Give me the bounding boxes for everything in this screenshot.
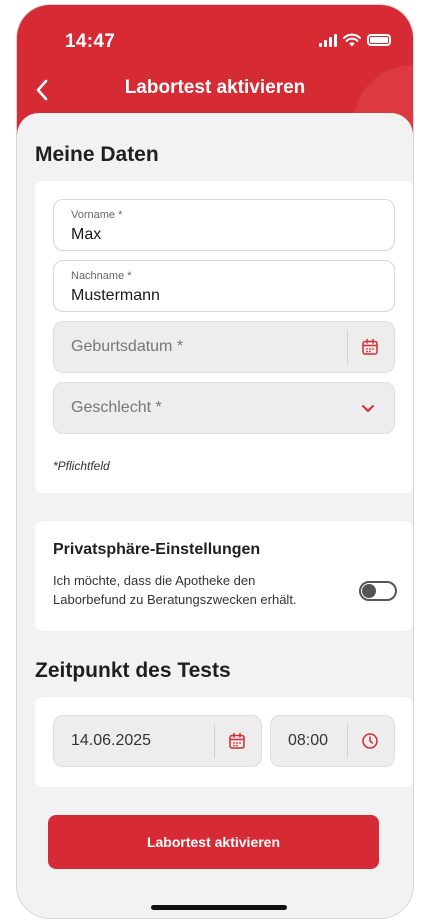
status-time: 14:47 bbox=[65, 31, 116, 52]
privacy-description: Ich möchte, dass die Apotheke den Laborb… bbox=[53, 573, 297, 607]
phone-frame: 14:47 Labortest aktivieren Meine Daten V… bbox=[16, 4, 414, 919]
battery-icon bbox=[367, 34, 391, 46]
section-title-personal: Meine Daten bbox=[35, 143, 159, 166]
section-title-test-time: Zeitpunkt des Tests bbox=[35, 659, 231, 682]
last-name-field[interactable]: Nachname * Mustermann bbox=[53, 260, 395, 312]
field-divider bbox=[347, 330, 348, 364]
chevron-down-icon[interactable] bbox=[358, 398, 378, 418]
last-name-value: Mustermann bbox=[71, 287, 160, 304]
calendar-icon[interactable] bbox=[360, 337, 380, 357]
signal-icon bbox=[319, 33, 337, 47]
wifi-icon bbox=[343, 33, 361, 47]
page-title: Labortest aktivieren bbox=[124, 77, 306, 98]
test-date-value: 14.06.2025 bbox=[71, 732, 152, 749]
personal-data-card: Vorname * Max Nachname * Mustermann Gebu… bbox=[35, 181, 413, 493]
toggle-knob bbox=[362, 584, 376, 598]
test-date-field[interactable]: 14.06.2025 bbox=[53, 715, 262, 767]
gender-select[interactable]: Geschlecht * bbox=[53, 382, 395, 434]
first-name-label: Vorname * bbox=[71, 209, 123, 221]
required-hint: *Pflichtfeld bbox=[53, 459, 110, 473]
test-time-field[interactable]: 08:00 bbox=[270, 715, 395, 767]
test-time-value: 08:00 bbox=[288, 732, 329, 749]
last-name-label: Nachname * bbox=[71, 270, 132, 282]
activate-labtest-button[interactable]: Labortest aktivieren bbox=[48, 815, 379, 869]
gender-placeholder: Geschlecht * bbox=[71, 399, 162, 416]
pharmacy-consent-toggle[interactable] bbox=[359, 581, 397, 601]
privacy-card: Privatsphäre-Einstellungen Ich möchte, d… bbox=[35, 521, 413, 631]
birthdate-placeholder: Geburtsdatum * bbox=[71, 338, 184, 355]
status-icons bbox=[319, 33, 391, 47]
field-divider bbox=[347, 724, 348, 758]
privacy-title: Privatsphäre-Einstellungen bbox=[53, 541, 261, 558]
home-indicator bbox=[151, 905, 287, 910]
clock-icon[interactable] bbox=[360, 731, 380, 751]
birthdate-field[interactable]: Geburtsdatum * bbox=[53, 321, 395, 373]
first-name-field[interactable]: Vorname * Max bbox=[53, 199, 395, 251]
test-time-card: 14.06.2025 08:00 bbox=[35, 697, 413, 787]
calendar-icon[interactable] bbox=[227, 731, 247, 751]
first-name-value: Max bbox=[71, 226, 102, 243]
content-sheet: Meine Daten Vorname * Max Nachname * Mus… bbox=[17, 113, 413, 918]
field-divider bbox=[214, 724, 215, 758]
